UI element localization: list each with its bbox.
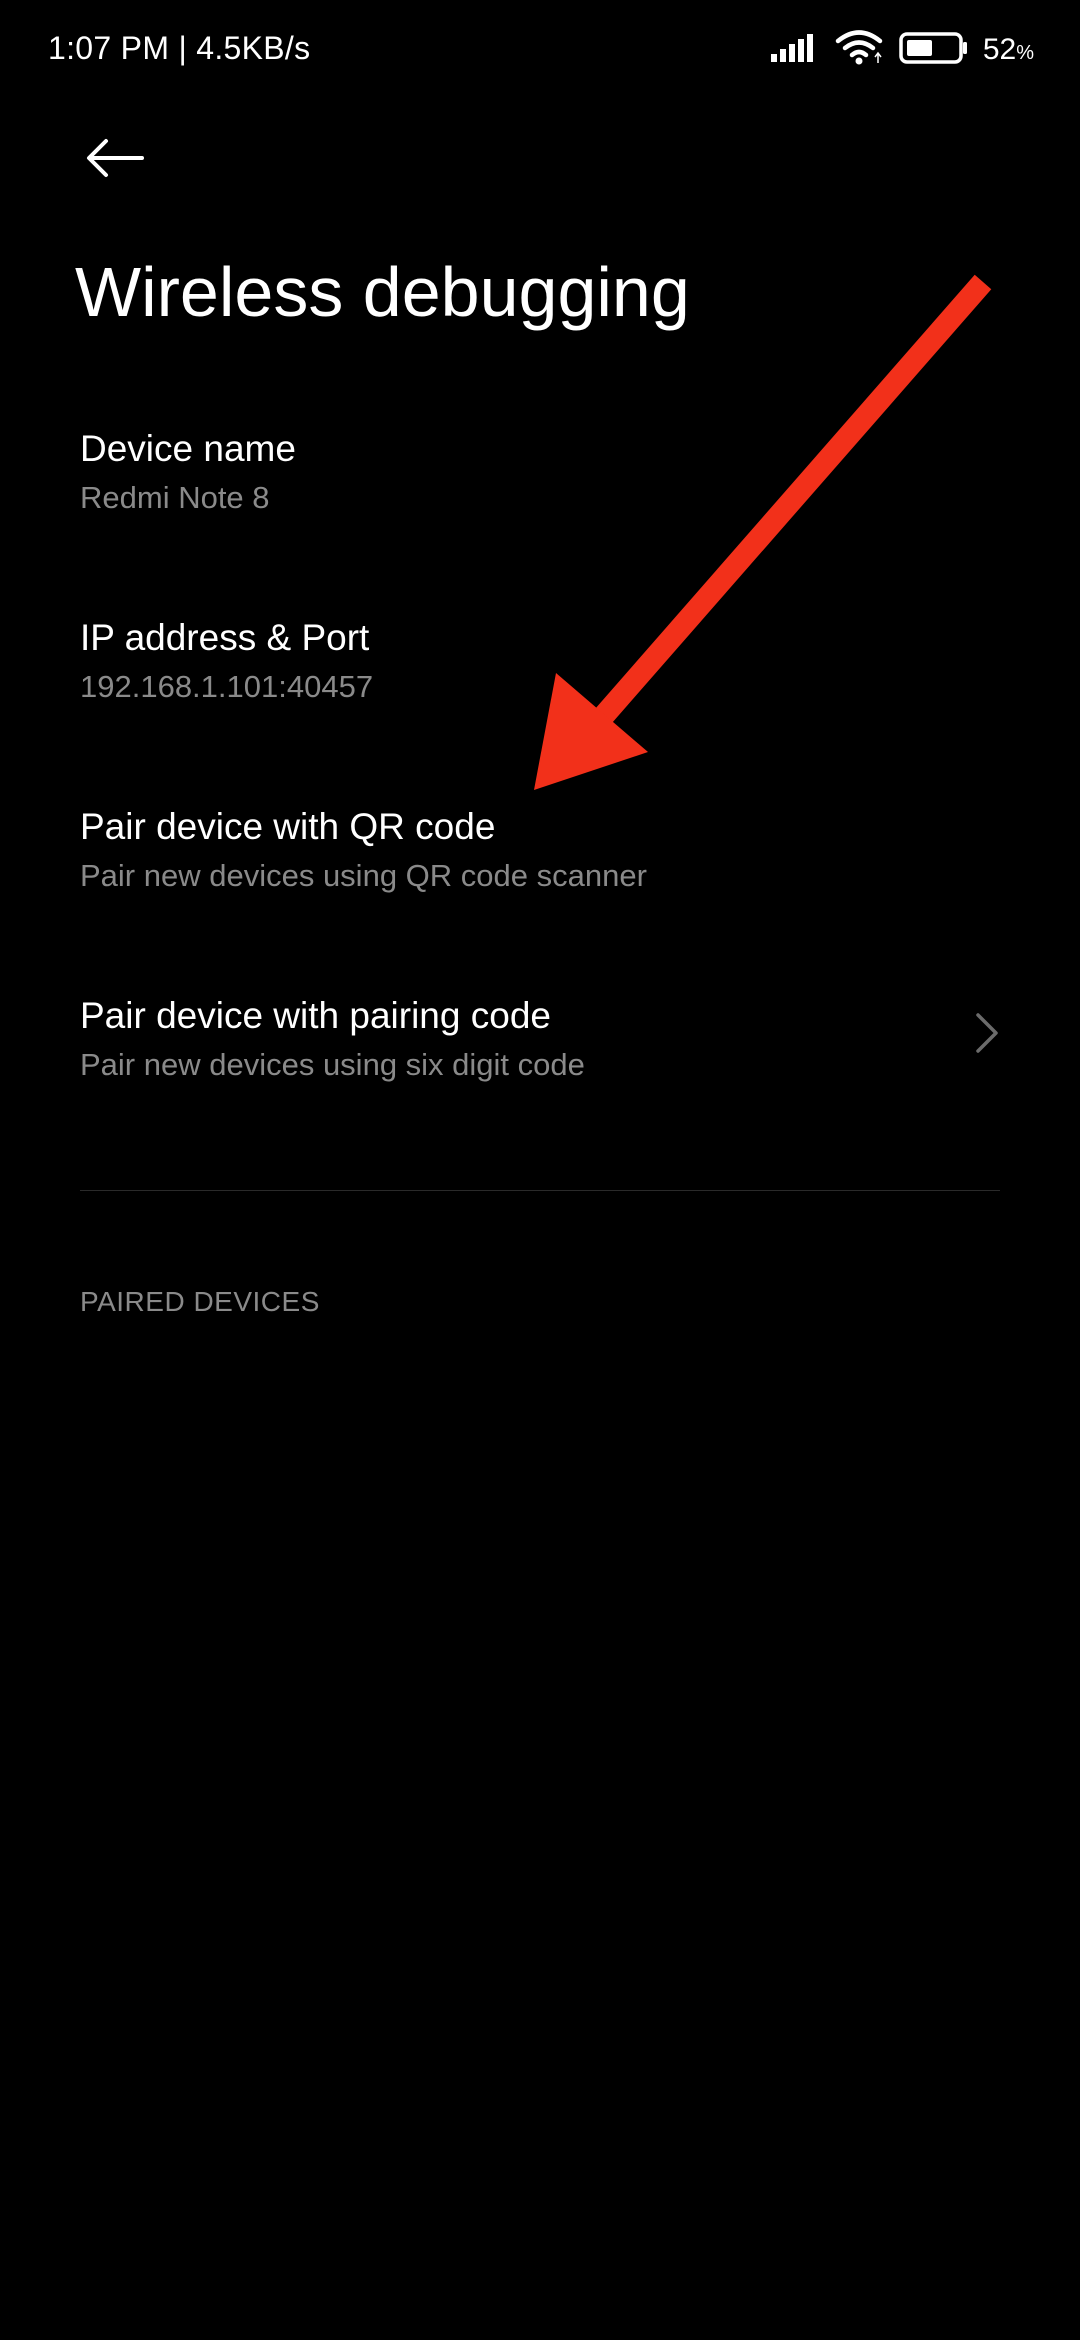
battery-percent: 52% (982, 33, 1034, 66)
setting-subtitle: 192.168.1.101:40457 (80, 669, 374, 704)
setting-title: IP address & Port (80, 617, 370, 658)
status-time-speed: 1:07 PM | 4.5KB/s (48, 30, 311, 66)
page-title: Wireless debugging (75, 253, 690, 331)
signal-icon (769, 32, 821, 69)
setting-subtitle: Redmi Note 8 (80, 480, 270, 515)
setting-subtitle: Pair new devices using QR code scanner (80, 858, 647, 893)
setting-title: Pair device with pairing code (80, 995, 551, 1036)
pair-qr-code-item[interactable]: Pair device with QR code Pair new device… (0, 806, 1080, 956)
ip-address-port-item[interactable]: IP address & Port 192.168.1.101:40457 (0, 617, 1080, 767)
chevron-right-icon (972, 1009, 1002, 1057)
setting-title: Device name (80, 428, 296, 469)
setting-subtitle: Pair new devices using six digit code (80, 1047, 585, 1082)
back-arrow-icon (84, 136, 146, 185)
battery-icon (899, 31, 969, 70)
paired-devices-header: PAIRED DEVICES (80, 1286, 320, 1317)
wifi-icon (835, 29, 885, 71)
status-icons: 52% (769, 28, 1034, 72)
divider (80, 1190, 1000, 1191)
setting-title: Pair device with QR code (80, 806, 496, 847)
status-bar: 1:07 PM | 4.5KB/s 52% (0, 0, 1080, 100)
device-name-item[interactable]: Device name Redmi Note 8 (0, 428, 1080, 578)
pair-pairing-code-item[interactable]: Pair device with pairing code Pair new d… (0, 995, 1080, 1145)
back-button[interactable] (70, 120, 160, 200)
